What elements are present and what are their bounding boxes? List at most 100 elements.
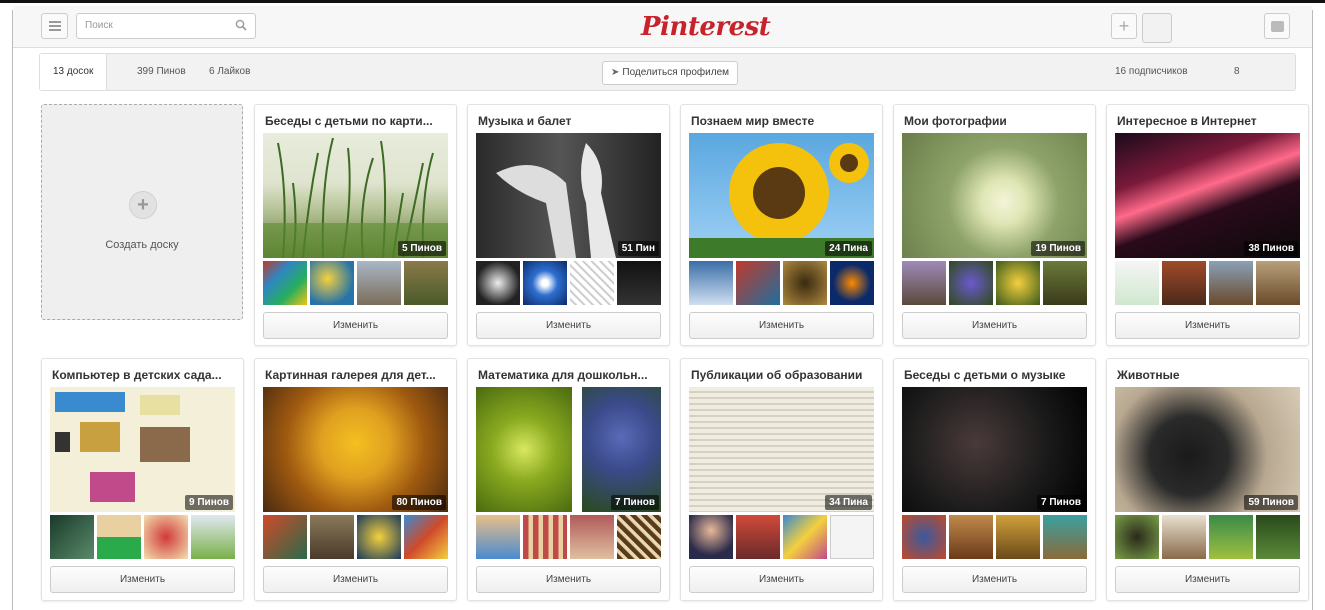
following-link[interactable]: 8 подписок [1221, 54, 1295, 113]
thumbnail[interactable] [689, 261, 733, 305]
thumbnail[interactable] [310, 261, 354, 305]
thumbnail[interactable] [1043, 515, 1087, 559]
thumbnail[interactable] [830, 261, 874, 305]
board-cover-image[interactable]: 7 Пинов [476, 387, 661, 512]
board-card[interactable]: Интересное в Интернет 38 Пинов Изменить [1106, 104, 1309, 346]
thumbnail[interactable] [357, 515, 401, 559]
thumbnail[interactable] [902, 515, 946, 559]
thumbnail[interactable] [783, 515, 827, 559]
thumbnail[interactable] [476, 261, 520, 305]
board-card[interactable]: Животные 59 Пинов Изменить [1106, 358, 1309, 601]
thumbnail[interactable] [404, 261, 448, 305]
likes-tab[interactable]: 6 Лайков [196, 54, 263, 90]
board-title[interactable]: Животные [1117, 368, 1300, 382]
board-card[interactable]: Познаем мир вместе 24 Пина Изменить [680, 104, 883, 346]
board-card[interactable]: Картинная галерея для дет... 80 Пинов Из… [254, 358, 457, 601]
board-cover-image[interactable]: 5 Пинов [263, 133, 448, 258]
board-title[interactable]: Беседы с детьми о музыке [904, 368, 1087, 382]
edit-board-button[interactable]: Изменить [902, 312, 1087, 339]
thumbnail[interactable] [523, 261, 567, 305]
avatar[interactable] [1142, 13, 1172, 43]
board-title[interactable]: Картинная галерея для дет... [265, 368, 448, 382]
share-profile-button[interactable]: ➤ Поделиться профилем [602, 61, 739, 85]
thumbnail[interactable] [1209, 261, 1253, 305]
thumbnail[interactable] [1256, 261, 1300, 305]
thumbnail[interactable] [523, 515, 567, 559]
thumbnail[interactable] [1043, 261, 1087, 305]
edit-board-button[interactable]: Изменить [1115, 566, 1300, 593]
thumbnail[interactable] [50, 515, 94, 559]
board-card[interactable]: Беседы с детьми по карти... 5 Пинов Изме… [254, 104, 457, 346]
thumbnail[interactable] [949, 515, 993, 559]
thumbnail[interactable] [263, 261, 307, 305]
board-title[interactable]: Публикации об образовании [691, 368, 874, 382]
board-cover-image[interactable]: 34 Пина [689, 387, 874, 512]
thumbnail[interactable] [783, 261, 827, 305]
followers-link[interactable]: 16 подписчиков [1102, 54, 1201, 90]
board-title[interactable]: Математика для дошкольн... [478, 368, 661, 382]
thumbnail[interactable] [191, 515, 235, 559]
edit-board-button[interactable]: Изменить [1115, 312, 1300, 339]
pinterest-logo[interactable]: Pinterest [641, 12, 771, 42]
thumbnail[interactable] [570, 261, 614, 305]
thumbnail[interactable] [97, 515, 141, 559]
thumbnail[interactable] [736, 515, 780, 559]
board-cover-image[interactable]: 38 Пинов [1115, 133, 1300, 258]
thumbnail[interactable] [404, 515, 448, 559]
thumbnail[interactable] [736, 261, 780, 305]
board-card[interactable]: Мои фотографии 19 Пинов Изменить [893, 104, 1096, 346]
edit-board-button[interactable]: Изменить [50, 566, 235, 593]
thumbnail[interactable] [1209, 515, 1253, 559]
board-title[interactable]: Беседы с детьми по карти... [265, 114, 448, 128]
thumbnail[interactable] [996, 261, 1040, 305]
board-card[interactable]: Музыка и балет 51 Пин Изменить [467, 104, 670, 346]
thumbnail[interactable] [689, 515, 733, 559]
board-title[interactable]: Мои фотографии [904, 114, 1087, 128]
search-icon[interactable] [235, 19, 247, 31]
edit-board-button[interactable]: Изменить [263, 566, 448, 593]
board-cover-image[interactable]: 51 Пин [476, 133, 661, 258]
thumbnail[interactable] [617, 515, 661, 559]
board-cover-image[interactable]: 9 Пинов [50, 387, 235, 512]
add-pin-button[interactable]: + [1111, 13, 1137, 39]
board-card[interactable]: Беседы с детьми о музыке 7 Пинов Изменит… [893, 358, 1096, 601]
search-input[interactable]: Поиск [76, 13, 256, 39]
edit-board-button[interactable]: Изменить [263, 312, 448, 339]
board-title[interactable]: Компьютер в детских сада... [52, 368, 235, 382]
thumbnail[interactable] [357, 261, 401, 305]
thumbnail[interactable] [996, 515, 1040, 559]
board-cover-image[interactable]: 80 Пинов [263, 387, 448, 512]
board-cover-image[interactable]: 24 Пина [689, 133, 874, 258]
create-board-tile[interactable]: + Создать доску [41, 104, 243, 320]
board-cover-image[interactable]: 7 Пинов [902, 387, 1087, 512]
board-card[interactable]: Математика для дошкольн... 7 Пинов Измен… [467, 358, 670, 601]
thumbnail[interactable] [617, 261, 661, 305]
thumbnail[interactable] [263, 515, 307, 559]
thumbnail[interactable] [830, 515, 874, 559]
edit-board-button[interactable]: Изменить [689, 566, 874, 593]
thumbnail[interactable] [1256, 515, 1300, 559]
thumbnail[interactable] [1115, 261, 1159, 305]
thumbnail[interactable] [570, 515, 614, 559]
thumbnail[interactable] [949, 261, 993, 305]
boards-tab[interactable]: 13 досок [40, 54, 108, 90]
edit-board-button[interactable]: Изменить [476, 566, 661, 593]
thumbnail[interactable] [1115, 515, 1159, 559]
edit-board-button[interactable]: Изменить [689, 312, 874, 339]
thumbnail[interactable] [902, 261, 946, 305]
thumbnail[interactable] [310, 515, 354, 559]
thumbnail[interactable] [476, 515, 520, 559]
thumbnail[interactable] [1162, 261, 1206, 305]
thumbnail[interactable] [144, 515, 188, 559]
board-cover-image[interactable]: 59 Пинов [1115, 387, 1300, 512]
thumbnail[interactable] [1162, 515, 1206, 559]
edit-board-button[interactable]: Изменить [902, 566, 1087, 593]
board-title[interactable]: Интересное в Интернет [1117, 114, 1300, 128]
edit-board-button[interactable]: Изменить [476, 312, 661, 339]
board-card[interactable]: Публикации об образовании 34 Пина Измени… [680, 358, 883, 601]
board-title[interactable]: Музыка и балет [478, 114, 661, 128]
board-title[interactable]: Познаем мир вместе [691, 114, 874, 128]
pins-tab[interactable]: 399 Пинов [124, 54, 199, 90]
board-card[interactable]: Компьютер в детских сада... 9 Пинов Изме… [41, 358, 244, 601]
notifications-button[interactable] [1264, 13, 1290, 39]
